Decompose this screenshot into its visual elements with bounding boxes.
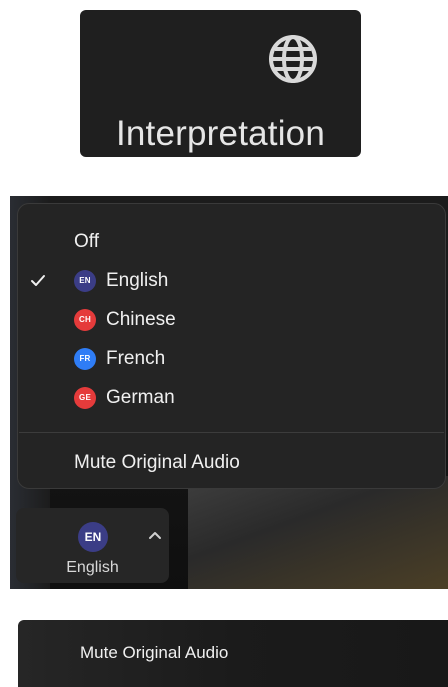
- video-background: [188, 476, 448, 589]
- menu-item-label: English: [106, 270, 169, 291]
- mute-original-audio-item[interactable]: Mute Original Audio: [18, 445, 445, 481]
- menu-item-english[interactable]: EN English: [18, 263, 445, 299]
- language-badge: EN: [74, 270, 96, 292]
- language-badge: EN: [78, 522, 108, 552]
- language-badge: FR: [74, 348, 96, 370]
- interpretation-toolbar-button[interactable]: Interpretation: [80, 10, 361, 157]
- menu-item-french[interactable]: FR French: [18, 341, 445, 377]
- menu-item-label: French: [106, 348, 166, 369]
- mute-original-audio-label: Mute Original Audio: [80, 643, 229, 662]
- menu-item-label: Mute Original Audio: [74, 452, 240, 473]
- menu-item-chinese[interactable]: CH Chinese: [18, 302, 445, 338]
- language-button-label: English: [66, 559, 119, 576]
- checkmark-icon: [31, 275, 45, 286]
- globe-icon: [269, 35, 317, 83]
- menu-item-label: Chinese: [106, 309, 176, 330]
- language-badge: GE: [74, 387, 96, 409]
- language-select-button[interactable]: EN English: [16, 508, 169, 583]
- menu-item-label: Off: [74, 231, 99, 252]
- mute-original-audio-strip[interactable]: Mute Original Audio: [18, 620, 448, 687]
- menu-item-off[interactable]: Off: [18, 224, 445, 260]
- menu-divider: [19, 432, 444, 433]
- interpretation-language-menu: Off EN English CH Chinese FR French GE G…: [17, 203, 446, 489]
- menu-item-german[interactable]: GE German: [18, 380, 445, 416]
- interpretation-label: Interpretation: [115, 114, 326, 153]
- chevron-up-icon[interactable]: [148, 530, 162, 540]
- language-badge: CH: [74, 309, 96, 331]
- menu-item-label: German: [106, 387, 175, 408]
